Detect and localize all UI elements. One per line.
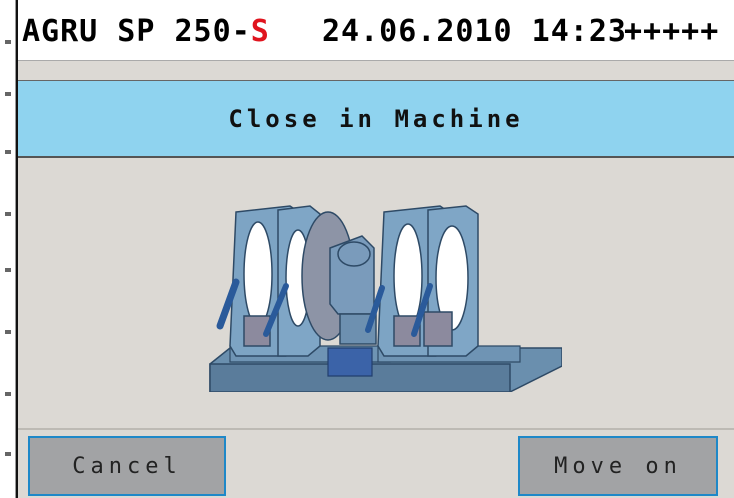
footer-divider xyxy=(18,428,734,430)
signal-indicator: +++++ xyxy=(624,14,720,49)
machine-display: AGRU SP 250-S 24.06.2010 14:23 +++++ Clo… xyxy=(16,0,734,498)
move-on-button[interactable]: Move on xyxy=(518,436,718,496)
page-title: Close in Machine xyxy=(18,80,734,158)
model-suffix: S xyxy=(250,14,270,49)
butt-fusion-machine-icon xyxy=(209,205,562,392)
date-time: 24.06.2010 14:23 xyxy=(322,14,627,49)
cancel-button[interactable]: Cancel xyxy=(28,436,226,496)
side-scale-strip xyxy=(0,0,16,498)
machine-model: AGRU SP 250-S xyxy=(22,14,270,49)
status-header: AGRU SP 250-S 24.06.2010 14:23 +++++ xyxy=(18,0,734,60)
illustration-area xyxy=(18,158,734,430)
header-divider xyxy=(18,60,734,80)
